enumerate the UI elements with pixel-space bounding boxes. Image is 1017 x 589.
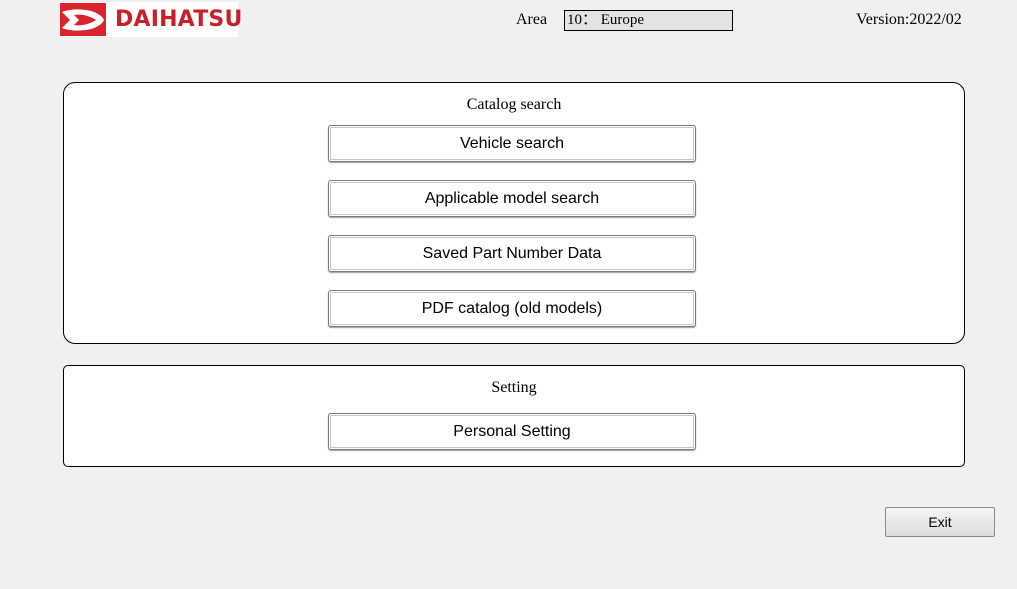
version-label: Version:2022/02 bbox=[856, 11, 962, 28]
exit-button[interactable]: Exit bbox=[885, 507, 995, 537]
brand-name: DAIHATSU bbox=[115, 7, 243, 32]
area-field[interactable]: 10： Europe bbox=[564, 10, 733, 31]
catalog-search-title: Catalog search bbox=[466, 96, 562, 113]
setting-group: Setting Personal Setting bbox=[63, 365, 965, 467]
saved-part-number-data-button[interactable]: Saved Part Number Data bbox=[328, 235, 696, 272]
daihatsu-d-mark-icon bbox=[60, 3, 106, 36]
area-label: Area bbox=[516, 11, 548, 28]
applicable-model-search-button[interactable]: Applicable model search bbox=[328, 180, 696, 217]
vehicle-search-button[interactable]: Vehicle search bbox=[328, 125, 696, 162]
catalog-search-group: Catalog search Vehicle search Applicable… bbox=[63, 82, 965, 344]
daihatsu-logo: DAIHATSU bbox=[60, 2, 242, 37]
main-menu-window: DAIHATSU Area 10： Europe Version:2022/02… bbox=[0, 0, 1017, 589]
pdf-catalog-button[interactable]: PDF catalog (old models) bbox=[328, 290, 696, 327]
setting-title: Setting bbox=[491, 379, 537, 396]
personal-setting-button[interactable]: Personal Setting bbox=[328, 413, 696, 450]
